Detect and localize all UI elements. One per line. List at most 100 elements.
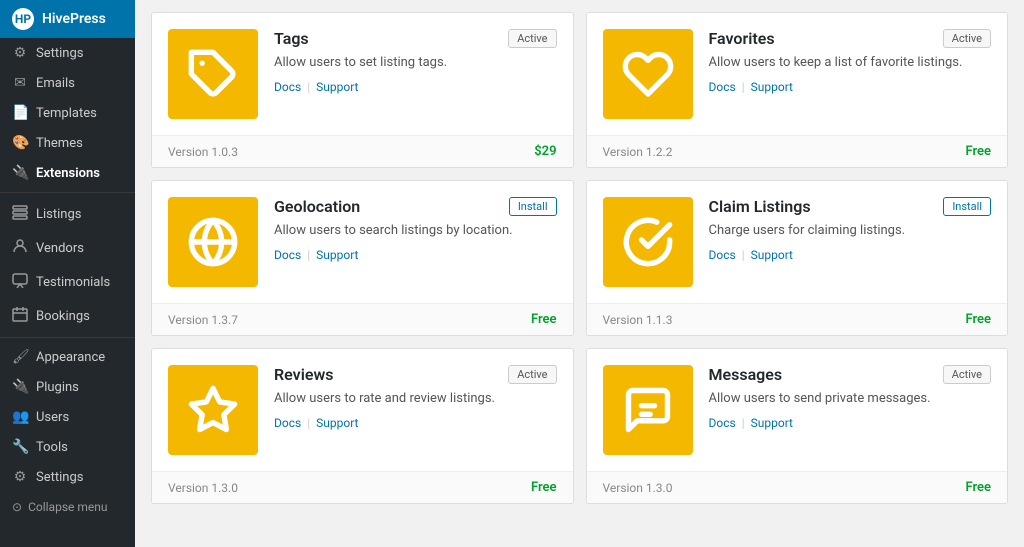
appearance-icon: 🖌 — [12, 349, 28, 365]
ext-version-messages: Version 1.3.0 — [603, 481, 673, 495]
ext-sep-tags: | — [307, 80, 310, 94]
check-circle-icon — [622, 216, 674, 268]
ext-header-claim: Claim Listings Install — [709, 197, 992, 216]
sidebar-divider-1 — [0, 192, 135, 193]
plugins-icon: 🔌 — [12, 379, 28, 395]
ext-status-reviews: Active — [508, 365, 556, 384]
sidebar-item-themes[interactable]: 🎨 Themes — [0, 128, 135, 158]
ext-price-reviews: Free — [531, 480, 557, 495]
ext-support-tags[interactable]: Support — [316, 80, 358, 94]
sidebar-item-extensions[interactable]: 🔌 Extensions — [0, 158, 135, 188]
ext-sep-favorites: | — [742, 80, 745, 94]
sidebar-item-emails[interactable]: ✉ Emails — [0, 68, 135, 98]
ext-footer-messages: Version 1.3.0 Free — [587, 471, 1008, 503]
ext-name-geolocation: Geolocation — [274, 197, 360, 216]
ext-docs-favorites[interactable]: Docs — [709, 80, 736, 94]
ext-status-geolocation[interactable]: Install — [509, 197, 557, 216]
ext-status-tags: Active — [508, 29, 556, 48]
ext-links-geolocation: Docs | Support — [274, 248, 557, 262]
ext-docs-tags[interactable]: Docs — [274, 80, 301, 94]
extensions-grid: Tags Active Allow users to set listing t… — [151, 12, 1008, 504]
globe-icon — [187, 216, 239, 268]
main-content: Tags Active Allow users to set listing t… — [135, 0, 1024, 547]
ext-version-claim: Version 1.1.3 — [603, 313, 673, 327]
sidebar-logo-text: HivePress — [42, 11, 106, 27]
ext-header-messages: Messages Active — [709, 365, 992, 384]
tools-icon: 🔧 — [12, 439, 28, 455]
ext-links-claim: Docs | Support — [709, 248, 992, 262]
ext-version-geolocation: Version 1.3.7 — [168, 313, 238, 327]
ext-support-messages[interactable]: Support — [751, 416, 793, 430]
ext-price-claim: Free — [965, 312, 991, 327]
sidebar-item-appearance[interactable]: 🖌 Appearance — [0, 342, 135, 372]
ext-thumb-favorites — [603, 29, 693, 119]
sidebar-item-label: Appearance — [36, 350, 105, 365]
ext-price-tags: $29 — [534, 144, 556, 159]
sidebar-item-label: Themes — [36, 136, 83, 151]
ext-desc-claim: Charge users for claiming listings. — [709, 222, 992, 240]
ext-sep-geolocation: | — [307, 248, 310, 262]
ext-support-geolocation[interactable]: Support — [316, 248, 358, 262]
emails-icon: ✉ — [12, 75, 28, 91]
sidebar-item-label: Plugins — [36, 380, 79, 395]
ext-footer-geolocation: Version 1.3.7 Free — [152, 303, 573, 335]
sidebar-item-label: Extensions — [36, 166, 100, 181]
ext-card-body-favorites: Favorites Active Allow users to keep a l… — [587, 13, 1008, 135]
ext-footer-reviews: Version 1.3.0 Free — [152, 471, 573, 503]
ext-info-reviews: Reviews Active Allow users to rate and r… — [274, 365, 557, 430]
ext-footer-tags: Version 1.0.3 $29 — [152, 135, 573, 167]
sidebar-item-tools[interactable]: 🔧 Tools — [0, 432, 135, 462]
sidebar-item-label: Users — [36, 410, 69, 425]
vendors-icon — [12, 238, 28, 258]
ext-thumb-messages — [603, 365, 693, 455]
ext-links-tags: Docs | Support — [274, 80, 557, 94]
ext-docs-claim[interactable]: Docs — [709, 248, 736, 262]
ext-status-claim[interactable]: Install — [943, 197, 991, 216]
collapse-menu-button[interactable]: ⊙ Collapse menu — [0, 492, 135, 522]
sidebar-item-plugins[interactable]: 🔌 Plugins — [0, 372, 135, 402]
ext-card-body-geolocation: Geolocation Install Allow users to searc… — [152, 181, 573, 303]
sidebar-item-testimonials[interactable]: Testimonials — [0, 265, 135, 299]
sidebar-item-listings[interactable]: Listings — [0, 197, 135, 231]
ext-info-messages: Messages Active Allow users to send priv… — [709, 365, 992, 430]
ext-footer-favorites: Version 1.2.2 Free — [587, 135, 1008, 167]
sidebar-item-settings[interactable]: ⚙ Settings — [0, 38, 135, 68]
ext-header-tags: Tags Active — [274, 29, 557, 48]
ext-support-reviews[interactable]: Support — [316, 416, 358, 430]
ext-desc-favorites: Allow users to keep a list of favorite l… — [709, 54, 992, 72]
heart-icon — [622, 48, 674, 100]
ext-support-claim[interactable]: Support — [751, 248, 793, 262]
ext-docs-messages[interactable]: Docs — [709, 416, 736, 430]
ext-support-favorites[interactable]: Support — [751, 80, 793, 94]
themes-icon: 🎨 — [12, 135, 28, 151]
ext-docs-geolocation[interactable]: Docs — [274, 248, 301, 262]
ext-desc-tags: Allow users to set listing tags. — [274, 54, 557, 72]
sidebar-menu: ⚙ Settings ✉ Emails 📄 Templates 🎨 Themes… — [0, 38, 135, 547]
ext-info-claim: Claim Listings Install Charge users for … — [709, 197, 992, 262]
sidebar-item-bookings[interactable]: Bookings — [0, 299, 135, 333]
ext-header-reviews: Reviews Active — [274, 365, 557, 384]
ext-sep-reviews: | — [307, 416, 310, 430]
sidebar-item-templates[interactable]: 📄 Templates — [0, 98, 135, 128]
settings-icon: ⚙ — [12, 45, 28, 61]
ext-header-geolocation: Geolocation Install — [274, 197, 557, 216]
ext-links-messages: Docs | Support — [709, 416, 992, 430]
ext-docs-reviews[interactable]: Docs — [274, 416, 301, 430]
ext-card-tags: Tags Active Allow users to set listing t… — [151, 12, 574, 168]
sidebar-item-label: Settings — [36, 470, 83, 485]
ext-status-favorites: Active — [943, 29, 991, 48]
ext-header-favorites: Favorites Active — [709, 29, 992, 48]
sidebar-item-users[interactable]: 👥 Users — [0, 402, 135, 432]
ext-sep-messages: | — [742, 416, 745, 430]
ext-thumb-reviews — [168, 365, 258, 455]
ext-status-messages: Active — [943, 365, 991, 384]
ext-name-tags: Tags — [274, 29, 309, 48]
sidebar-item-label: Bookings — [36, 309, 90, 324]
users-icon: 👥 — [12, 409, 28, 425]
sidebar-logo[interactable]: HP HivePress — [0, 0, 135, 38]
ext-name-claim: Claim Listings — [709, 197, 811, 216]
sidebar-item-settings2[interactable]: ⚙ Settings — [0, 462, 135, 492]
ext-version-tags: Version 1.0.3 — [168, 145, 238, 159]
ext-card-reviews: Reviews Active Allow users to rate and r… — [151, 348, 574, 504]
sidebar-item-vendors[interactable]: Vendors — [0, 231, 135, 265]
